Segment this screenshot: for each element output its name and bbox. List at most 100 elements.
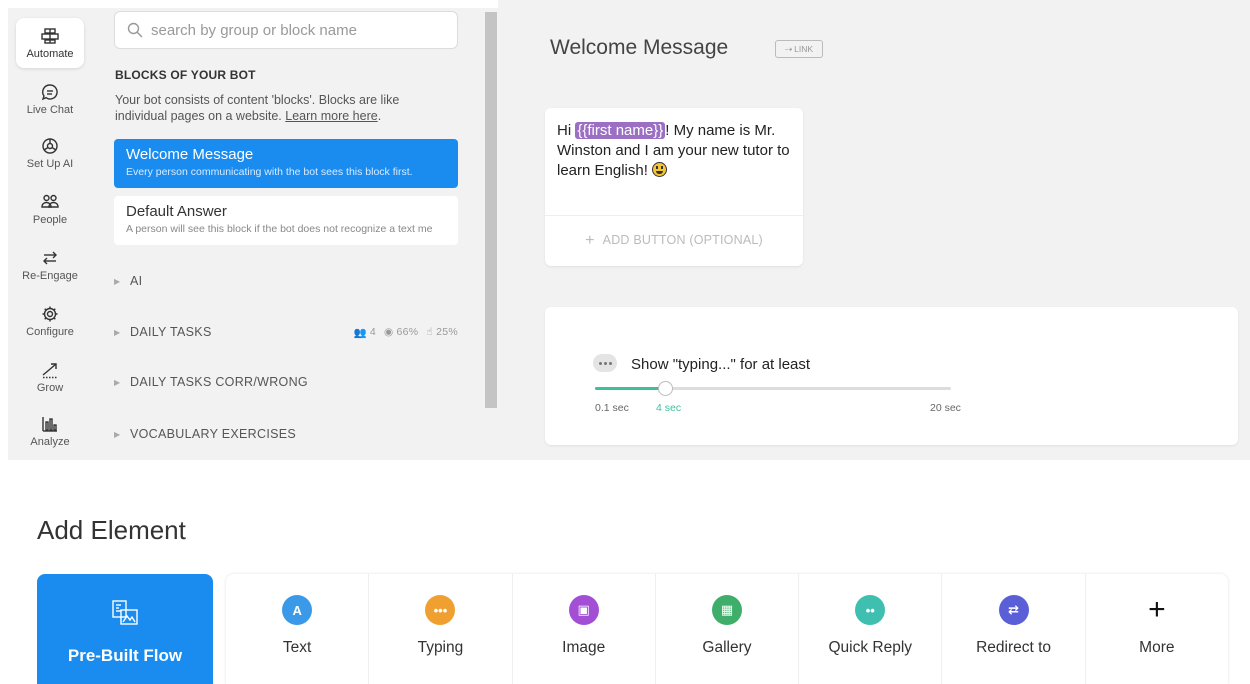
add-redirect-to-button[interactable]: ⇄ Redirect to xyxy=(941,574,1084,684)
group-ai[interactable]: ▶ AI xyxy=(114,271,458,291)
image-icon: ▣ xyxy=(568,595,599,625)
slider-max-label: 20 sec xyxy=(930,402,961,414)
scrollbar-thumb[interactable] xyxy=(485,12,497,408)
element-label: Quick Reply xyxy=(828,639,913,656)
slider-value-label: 4 sec xyxy=(656,402,682,414)
seen-percent: 66% xyxy=(396,326,419,338)
search-placeholder: search by group or block name xyxy=(151,21,357,39)
expand-triangle-icon: ▶ xyxy=(114,327,121,337)
nav-item-re-engage[interactable]: Re-Engage xyxy=(16,240,84,290)
clicked-percent: 25% xyxy=(436,326,458,338)
nav-label: Re-Engage xyxy=(22,269,78,282)
message-text[interactable]: Hi {{first name}}! My name is Mr. Winsto… xyxy=(557,121,797,181)
typing-card: Show "typing..." for at least 0.1 sec 4 … xyxy=(545,307,1238,445)
group-daily-tasks[interactable]: ▶ DAILY TASKS 👥 4 ◉ 66% ☝ 25% xyxy=(114,322,458,342)
nav-label: Live Chat xyxy=(26,103,74,116)
add-typing-button[interactable]: ••• Typing xyxy=(368,574,511,684)
add-more-button[interactable]: + More xyxy=(1084,574,1228,684)
group-name: DAILY TASKS CORR/WRONG xyxy=(130,375,308,389)
group-name: VOCABULARY EXERCISES xyxy=(130,427,297,441)
gear-icon xyxy=(40,305,60,323)
element-label: Typing xyxy=(417,639,464,656)
element-label: Text xyxy=(282,639,312,656)
pre-built-flow-button[interactable]: Pre-Built Flow xyxy=(37,574,213,684)
slider-min-label: 0.1 sec xyxy=(595,402,629,414)
nav-item-people[interactable]: People xyxy=(16,184,84,234)
block-description: A person will see this block if the bot … xyxy=(126,223,433,235)
users-stat: 👥 4 xyxy=(353,326,376,339)
pre-built-flow-label: Pre-Built Flow xyxy=(67,646,183,665)
blocks-description: Your bot consists of content 'blocks'. B… xyxy=(115,93,400,123)
users-count: 4 xyxy=(369,326,376,338)
clicked-stat: ☝ 25% xyxy=(426,326,458,338)
nav-rail: Automate Live Chat Set Up AI People Re-E… xyxy=(8,8,112,460)
redirect-icon: ⇄ xyxy=(998,595,1029,625)
block-description: Every person communicating with the bot … xyxy=(126,166,413,178)
add-element-title: Add Element xyxy=(37,515,186,545)
typing-icon: ••• xyxy=(425,595,456,625)
group-vocabulary-exercises[interactable]: ▶ VOCABULARY EXERCISES xyxy=(114,424,458,444)
slider-fill xyxy=(595,387,665,390)
people-icon xyxy=(40,193,60,211)
element-label: Gallery xyxy=(702,639,752,656)
text-icon: A xyxy=(282,595,313,625)
block-title[interactable]: Welcome Message xyxy=(550,36,728,60)
arrow-right-icon: ⇢ xyxy=(784,43,793,54)
re-engage-icon xyxy=(40,249,60,267)
add-gallery-button[interactable]: ▦ Gallery xyxy=(654,574,798,684)
typing-label: Show "typing..." for at least xyxy=(631,356,811,373)
text-message-card: Hi {{first name}}! My name is Mr. Winsto… xyxy=(545,108,803,266)
blocks-scrollbar[interactable] xyxy=(484,8,498,460)
nav-item-set-up-ai[interactable]: Set Up AI xyxy=(16,128,84,178)
nav-item-analyze[interactable]: Analyze xyxy=(16,406,84,456)
user-attribute-chip[interactable]: {{first name}} xyxy=(575,122,666,139)
seen-stat: ◉ 66% xyxy=(384,326,418,338)
element-label: Image xyxy=(562,639,606,656)
add-quick-reply-button[interactable]: •• Quick Reply xyxy=(798,574,941,684)
learn-more-link[interactable]: Learn more here xyxy=(285,109,377,123)
chat-icon xyxy=(40,83,60,101)
nav-label: People xyxy=(32,213,68,226)
link-button[interactable]: ⇢ LINK xyxy=(775,40,823,58)
nav-item-live-chat[interactable]: Live Chat xyxy=(16,74,84,124)
ai-icon xyxy=(40,137,60,155)
add-button-label: ADD BUTTON (OPTIONAL) xyxy=(602,233,763,247)
nav-item-grow[interactable]: Grow xyxy=(16,352,84,402)
analyze-icon xyxy=(40,415,60,433)
plus-icon: + xyxy=(585,232,595,249)
add-button-option[interactable]: + ADD BUTTON (OPTIONAL) xyxy=(545,232,803,250)
group-daily-tasks-corr-wrong[interactable]: ▶ DAILY TASKS CORR/WRONG xyxy=(114,372,458,392)
grow-icon xyxy=(40,361,60,379)
quick-reply-icon: •• xyxy=(855,595,886,625)
nav-label: Automate xyxy=(26,47,74,60)
gallery-icon: ▦ xyxy=(711,595,742,625)
add-text-button[interactable]: A Text xyxy=(226,574,368,684)
block-editor: Welcome Message ⇢ LINK Hi {{first name}}… xyxy=(498,0,1250,460)
search-input[interactable]: search by group or block name xyxy=(114,11,458,49)
search-icon xyxy=(127,22,143,38)
plus-icon: + xyxy=(1148,593,1166,626)
blocks-heading: BLOCKS OF YOUR BOT xyxy=(115,68,256,82)
expand-triangle-icon: ▶ xyxy=(114,429,121,439)
grinning-face-icon xyxy=(652,162,668,177)
nav-label: Set Up AI xyxy=(26,157,74,170)
block-default-answer[interactable]: Default Answer A person will see this bl… xyxy=(114,196,458,245)
typing-duration-slider[interactable] xyxy=(595,387,951,390)
nav-item-automate[interactable]: Automate xyxy=(16,18,84,68)
users-icon: 👥 xyxy=(353,326,367,339)
block-welcome-message[interactable]: Welcome Message Every person communicati… xyxy=(114,139,458,188)
group-name: DAILY TASKS xyxy=(130,325,212,339)
eye-icon: ◉ xyxy=(383,326,394,338)
divider xyxy=(545,215,803,216)
block-name: Default Answer xyxy=(126,203,227,220)
app-screenshot: Automate Live Chat Set Up AI People Re-E… xyxy=(0,0,1250,460)
nav-item-configure[interactable]: Configure xyxy=(16,296,84,346)
group-name: AI xyxy=(130,274,143,288)
block-name: Welcome Message xyxy=(126,146,254,163)
add-image-button[interactable]: ▣ Image xyxy=(511,574,655,684)
blocks-panel: search by group or block name BLOCKS OF … xyxy=(106,8,484,460)
automate-icon xyxy=(40,27,60,45)
typing-icon xyxy=(593,354,617,372)
slider-handle[interactable] xyxy=(658,381,673,396)
element-label: Redirect to xyxy=(976,639,1052,656)
